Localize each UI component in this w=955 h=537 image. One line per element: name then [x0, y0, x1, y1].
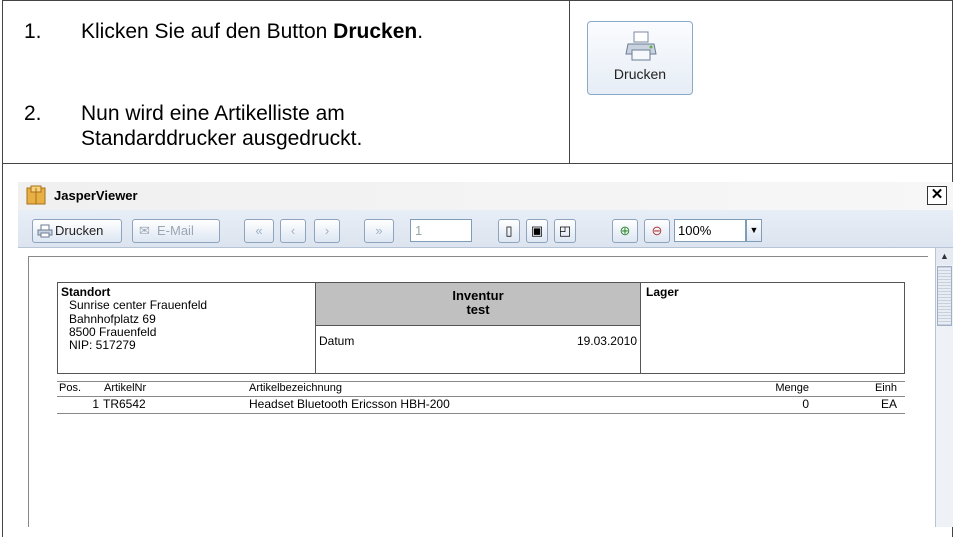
table-divider-vertical [569, 1, 570, 163]
close-icon: ✕ [930, 186, 944, 203]
double-chevron-right-icon: » [375, 223, 383, 238]
printer-icon [37, 224, 53, 238]
printer-icon [625, 31, 657, 61]
zoom-out-button[interactable]: ⊖ [644, 219, 670, 243]
step-2-line-2: Standarddrucker ausgedruckt. [81, 127, 363, 150]
datum-value: 19.03.2010 [576, 334, 637, 348]
jasper-viewer-window: JasperViewer ✕ Drucken ✉ E-Mail « ‹ › » … [18, 182, 953, 527]
toolbar-print-label: Drucken [55, 223, 104, 238]
fit-page-button[interactable]: ▣ [526, 219, 548, 243]
last-page-button[interactable]: » [364, 219, 394, 243]
row-pos: 1 [92, 397, 99, 411]
zoom-out-icon: ⊖ [651, 223, 663, 238]
report-subtitle: test [466, 302, 490, 317]
step-number: 1. [24, 20, 42, 43]
window-title: JasperViewer [54, 188, 138, 203]
toolbar-print-button[interactable]: Drucken [32, 219, 122, 243]
row-menge: 0 [802, 397, 809, 411]
chevron-left-icon: ‹ [290, 223, 296, 238]
print-button-label: Drucken [613, 66, 667, 82]
zoom-dropdown-button[interactable]: ▼ [746, 219, 762, 242]
chevron-right-icon: › [324, 223, 330, 238]
scroll-thumb[interactable] [937, 266, 952, 326]
viewer-toolbar: Drucken ✉ E-Mail « ‹ › » 1 ▯ ▣ ◰ ⊕ ⊖ 100… [18, 210, 953, 248]
jasper-logo-icon [26, 185, 46, 205]
column-header-bezeichnung: Artikelbezeichnung [249, 382, 342, 394]
column-header-einh: Einh [874, 382, 897, 394]
report-title: Inventur [452, 288, 504, 303]
row-bezeichnung: Headset Bluetooth Ericsson HBH-200 [249, 397, 450, 411]
chevron-down-icon: ▼ [749, 225, 759, 235]
page-icon: ▯ [505, 223, 513, 238]
column-header-menge: Menge [775, 382, 809, 394]
toolbar-email-label: E-Mail [157, 223, 194, 238]
step-2-line-1: Nun wird eine Artikelliste am [81, 102, 345, 125]
column-header-artikelnr: ArtikelNr [104, 382, 147, 394]
report-viewport[interactable]: Standort Sunrise center Frauenfeld Bahnh… [18, 248, 953, 527]
actual-size-button[interactable]: ▯ [498, 219, 520, 243]
fit-width-button[interactable]: ◰ [554, 219, 576, 243]
page-number-input[interactable]: 1 [410, 219, 472, 242]
next-page-button[interactable]: › [314, 219, 340, 243]
column-header-bottom-rule [57, 396, 905, 397]
datum-label: Datum [319, 334, 355, 348]
title-bar: JasperViewer ✕ [18, 182, 953, 210]
report-page: Standort Sunrise center Frauenfeld Bahnh… [28, 256, 928, 527]
row-einh: EA [880, 397, 897, 411]
previous-page-button[interactable]: ‹ [280, 219, 306, 243]
zoom-in-button[interactable]: ⊕ [612, 219, 638, 243]
lager-label: Lager [646, 285, 679, 299]
table-divider-horizontal [2, 163, 953, 164]
row-bottom-rule [57, 413, 905, 414]
fit-width-icon: ◰ [558, 223, 572, 238]
print-button[interactable]: Drucken [587, 21, 693, 95]
step-1-text: Klicken Sie auf den Button Drucken. [81, 20, 424, 43]
address-line: NIP: 517279 [69, 338, 136, 352]
email-icon: ✉ [139, 223, 150, 238]
column-header-pos: Pos. [59, 382, 82, 394]
zoom-in-icon: ⊕ [619, 223, 631, 238]
arrow-up-icon: ▲ [940, 251, 949, 261]
row-artikelnr: TR6542 [103, 397, 146, 411]
scroll-up-button[interactable]: ▲ [936, 248, 953, 265]
first-page-button[interactable]: « [244, 219, 274, 243]
close-button[interactable]: ✕ [927, 186, 947, 205]
fit-page-icon: ▣ [530, 223, 544, 238]
table-border-left [2, 1, 3, 537]
zoom-input[interactable]: 100% [674, 219, 746, 242]
double-chevron-left-icon: « [255, 223, 263, 238]
vertical-scrollbar[interactable]: ▲ [935, 248, 953, 527]
toolbar-email-button[interactable]: ✉ E-Mail [132, 219, 220, 243]
step-number: 2. [24, 102, 42, 125]
address-line: Sunrise center Frauenfeld [69, 298, 208, 312]
